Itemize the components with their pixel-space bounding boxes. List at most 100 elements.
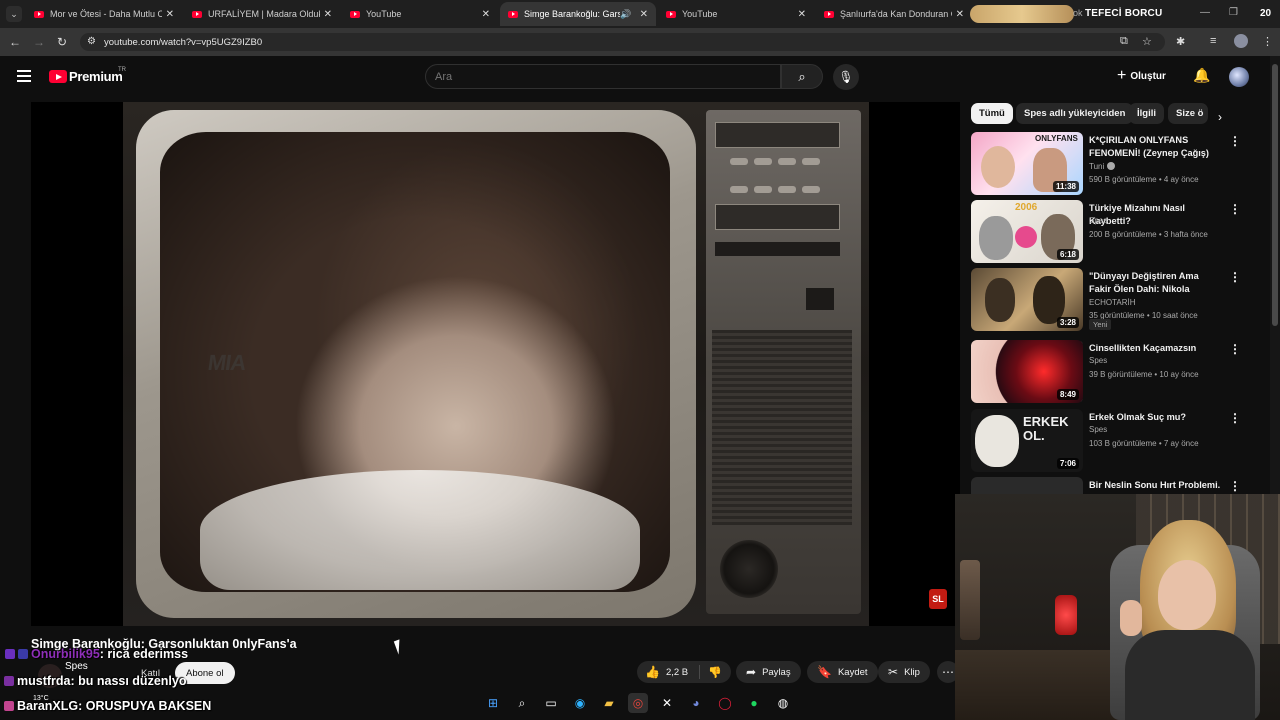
restore-icon[interactable]: ❐ bbox=[1229, 7, 1238, 18]
video-title[interactable]: Türkiye Mizahını Nasıl Kaybetti? bbox=[1089, 202, 1221, 228]
search-icon[interactable]: ⌕ bbox=[512, 693, 532, 713]
channel-name[interactable]: Spes bbox=[1089, 216, 1107, 225]
clip-label: Klip bbox=[904, 666, 920, 678]
forward-icon[interactable]: → bbox=[33, 35, 45, 49]
webcam-streamer-body bbox=[1125, 630, 1255, 720]
like-icon: 👍 bbox=[645, 665, 660, 679]
close-tab-icon[interactable]: ✕ bbox=[482, 9, 490, 20]
tab-6[interactable]: Şanlıurfa'da Kan Donduran Ola ✕ bbox=[816, 2, 972, 26]
extensions-icon[interactable]: ✱ bbox=[1176, 35, 1185, 48]
profile-icon[interactable] bbox=[1234, 34, 1248, 48]
video-thumbnail[interactable]: 2006 6:18 bbox=[971, 200, 1083, 263]
tab-2[interactable]: URFALİYEM | Madara Olduk #6 ✕ bbox=[184, 2, 340, 26]
youtube-logo-icon[interactable] bbox=[49, 70, 67, 83]
close-tab-icon[interactable]: ✕ bbox=[640, 9, 648, 20]
channel-name[interactable]: Spes bbox=[1089, 425, 1107, 434]
back-icon[interactable]: ← bbox=[9, 35, 21, 49]
tab-4-active[interactable]: Simge Barankoğlu: Garsonl 🔊 ✕ bbox=[500, 2, 656, 26]
recommended-video[interactable]: Bir Neslin Sonu Hırt Problemi. ⋮ bbox=[971, 477, 1267, 495]
speaker-icon[interactable]: 🔊 bbox=[620, 9, 631, 20]
more-icon[interactable]: ⋮ bbox=[1229, 411, 1241, 425]
more-icon[interactable]: ⋮ bbox=[1229, 202, 1241, 216]
menu-kebab-icon[interactable]: ⋮ bbox=[1262, 35, 1273, 48]
edge-icon[interactable]: ◉ bbox=[570, 693, 590, 713]
hamburger-icon[interactable] bbox=[17, 70, 31, 82]
webcam-desk bbox=[955, 650, 1125, 720]
channel-name[interactable]: Spes bbox=[1089, 356, 1107, 365]
like-button[interactable]: 👍 2,2 B bbox=[637, 665, 700, 679]
reload-icon[interactable]: ↻ bbox=[57, 35, 67, 49]
chrome-icon[interactable]: ◎ bbox=[628, 693, 648, 713]
duration-badge: 11:38 bbox=[1052, 181, 1079, 192]
more-icon[interactable]: ⋮ bbox=[1229, 342, 1241, 356]
tab-search-icon[interactable]: ⌄ bbox=[6, 6, 22, 22]
brand-label[interactable]: Premium bbox=[69, 69, 123, 84]
site-info-icon[interactable]: ⚙ bbox=[87, 36, 96, 47]
tab-3[interactable]: YouTube ✕ bbox=[342, 2, 498, 26]
chip-all[interactable]: Tümü bbox=[971, 103, 1013, 124]
channel-row[interactable]: Tuni bbox=[1089, 162, 1116, 171]
verified-icon bbox=[1107, 162, 1116, 170]
obs-icon[interactable]: ◍ bbox=[773, 693, 793, 713]
media-icon[interactable]: ≡ bbox=[1210, 35, 1216, 47]
bookmark-star-icon[interactable]: ☆ bbox=[1142, 35, 1152, 48]
cast-icon[interactable]: ⧉ bbox=[1120, 35, 1128, 48]
tv-buttons-row bbox=[730, 186, 820, 193]
opera-icon[interactable]: ◯ bbox=[715, 693, 735, 713]
recommended-video[interactable]: ONLYFANS 11:38 K*ÇIRILAN ONLYFANS FENOME… bbox=[971, 132, 1267, 196]
chip-from-uploader[interactable]: Spes adlı yükleyiciden bbox=[1016, 103, 1134, 124]
dislike-button[interactable]: 👎 bbox=[700, 666, 730, 679]
tab-5[interactable]: YouTube ✕ bbox=[658, 2, 814, 26]
badge-icon bbox=[4, 701, 14, 711]
chip-for-you[interactable]: Size ö bbox=[1168, 103, 1208, 124]
windows-start-icon[interactable]: ⊞ bbox=[483, 693, 503, 713]
channel-name[interactable]: Tuni bbox=[1089, 162, 1104, 171]
video-title[interactable]: Cinsellikten Kaçamazsın bbox=[1089, 342, 1221, 355]
search-button[interactable]: ⌕ bbox=[781, 64, 823, 89]
video-thumbnail[interactable]: 3:28 bbox=[971, 268, 1083, 331]
recommended-video[interactable]: ERKEK OL. 7:06 Erkek Olmak Suç mu? Spes … bbox=[971, 409, 1267, 473]
search-input[interactable] bbox=[425, 64, 781, 89]
bell-icon[interactable]: 🔔 bbox=[1193, 67, 1210, 84]
video-thumbnail[interactable]: ONLYFANS 11:38 bbox=[971, 132, 1083, 195]
more-icon[interactable]: ⋮ bbox=[1229, 134, 1241, 148]
more-icon[interactable]: ⋮ bbox=[1229, 479, 1241, 493]
channel-name[interactable]: ECHOTARİH bbox=[1089, 298, 1136, 307]
recommended-video[interactable]: 3:28 "Dünyayı Değiştiren Ama Fakir Ölen … bbox=[971, 268, 1267, 332]
video-thumbnail[interactable]: 8:49 bbox=[971, 340, 1083, 403]
tab-1[interactable]: Mor ve Ötesi - Daha Mutlu Ola ✕ bbox=[26, 2, 182, 26]
clip-button[interactable]: ✂ Klip bbox=[878, 661, 930, 683]
channel-name[interactable]: Spes bbox=[65, 661, 88, 672]
chevron-right-icon[interactable]: › bbox=[1218, 110, 1222, 124]
recommended-video[interactable]: 2006 6:18 Türkiye Mizahını Nasıl Kaybett… bbox=[971, 200, 1267, 264]
create-button[interactable]: + Oluştur bbox=[1117, 66, 1166, 86]
x-icon[interactable]: ✕ bbox=[657, 693, 677, 713]
video-title[interactable]: Erkek Olmak Suç mu? bbox=[1089, 411, 1221, 424]
file-explorer-icon[interactable]: ▰ bbox=[599, 693, 619, 713]
video-meta: 200 B görüntüleme • 3 hafta önce bbox=[1089, 230, 1208, 239]
url-text[interactable]: youtube.com/watch?v=vp5UGZ9IZB0 bbox=[104, 37, 262, 48]
recommended-video[interactable]: 8:49 Cinsellikten Kaçamazsın Spes 39 B g… bbox=[971, 340, 1267, 404]
more-icon[interactable]: ⋮ bbox=[1229, 270, 1241, 284]
mic-button[interactable]: 🎙 bbox=[833, 64, 859, 90]
video-title[interactable]: Bir Neslin Sonu Hırt Problemi. bbox=[1089, 479, 1221, 492]
spotify-icon[interactable]: ● bbox=[744, 693, 764, 713]
close-tab-icon[interactable]: ✕ bbox=[166, 9, 174, 20]
chip-related[interactable]: İlgili bbox=[1129, 103, 1164, 124]
scrollbar-thumb[interactable] bbox=[1272, 64, 1278, 326]
video-title[interactable]: "Dünyayı Değiştiren Ama Fakir Ölen Dahi:… bbox=[1089, 270, 1221, 297]
video-title[interactable]: K*ÇIRILAN ONLYFANS FENOMENİ! (Zeynep Çağ… bbox=[1089, 134, 1221, 160]
save-button[interactable]: 🔖 Kaydet bbox=[807, 661, 878, 683]
close-tab-icon[interactable]: ✕ bbox=[798, 9, 806, 20]
minimize-icon[interactable]: — bbox=[1200, 7, 1210, 18]
task-view-icon[interactable]: ▭ bbox=[541, 693, 561, 713]
video-thumbnail[interactable]: ERKEK OL. 7:06 bbox=[971, 409, 1083, 472]
share-button[interactable]: ➦ Paylaş bbox=[736, 661, 801, 683]
badge-icon bbox=[18, 649, 28, 659]
webcam-red-light bbox=[1055, 595, 1077, 635]
video-thumbnail[interactable] bbox=[971, 477, 1083, 495]
close-tab-icon[interactable]: ✕ bbox=[324, 9, 332, 20]
account-avatar[interactable] bbox=[1229, 67, 1249, 87]
close-tab-icon[interactable]: ✕ bbox=[956, 9, 964, 20]
discord-icon[interactable]: ◕ bbox=[686, 693, 706, 713]
